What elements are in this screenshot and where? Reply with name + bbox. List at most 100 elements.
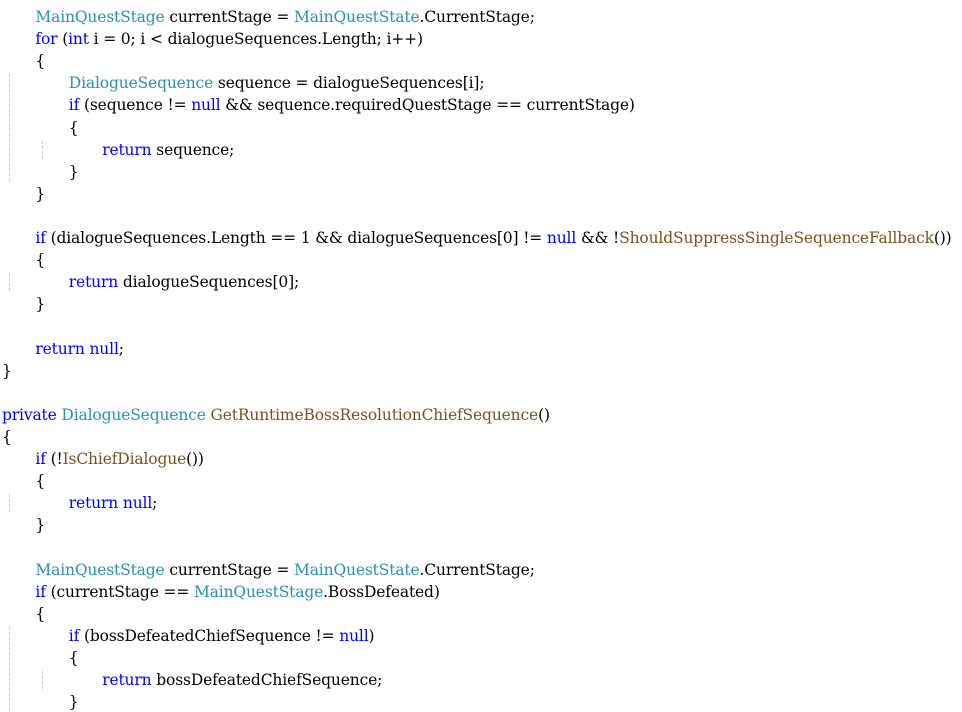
code-token-text: dialogueSequences[0]; bbox=[118, 273, 300, 292]
indent-guide bbox=[9, 494, 10, 513]
code-line[interactable]: { bbox=[35, 50, 45, 72]
code-token-text: sequence = dialogueSequences[i]; bbox=[213, 74, 485, 93]
code-token-text: ; bbox=[118, 339, 124, 358]
code-token-keyword: if bbox=[35, 450, 46, 468]
code-token-text: () bbox=[538, 405, 550, 424]
code-token-text: sequence; bbox=[151, 140, 235, 159]
code-line[interactable]: if (!IsChiefDialogue()) bbox=[35, 448, 204, 470]
code-line[interactable]: if (dialogueSequences.Length == 1 && dia… bbox=[35, 227, 951, 249]
indent-guide bbox=[9, 626, 10, 712]
indent-guide bbox=[42, 671, 43, 690]
code-token-text: } bbox=[35, 516, 46, 535]
code-token-text: { bbox=[35, 251, 46, 270]
code-token-text: ; bbox=[152, 494, 158, 513]
code-token-text: } bbox=[2, 361, 12, 380]
code-token-keyword: if bbox=[35, 582, 46, 601]
code-line[interactable]: { bbox=[35, 603, 45, 625]
code-token-text: } bbox=[35, 184, 46, 203]
code-line[interactable]: { bbox=[35, 470, 45, 492]
code-token-text: { bbox=[68, 648, 79, 667]
code-token-text: .CurrentStage; bbox=[419, 560, 535, 579]
code-token-keyword: null bbox=[546, 229, 577, 247]
code-token-text: currentStage = bbox=[164, 8, 294, 26]
code-token-text: ( bbox=[57, 30, 69, 49]
code-line[interactable]: if (bossDefeatedChiefSequence != null) bbox=[69, 625, 375, 647]
code-line[interactable]: } bbox=[69, 161, 79, 183]
code-token-keyword: return bbox=[68, 273, 119, 292]
code-line[interactable]: } bbox=[2, 360, 12, 382]
code-token-text: { bbox=[35, 604, 46, 623]
code-token-text: .BossDefeated) bbox=[323, 582, 440, 601]
code-line[interactable]: for (int i = 0; i < dialogueSequences.Le… bbox=[35, 28, 423, 50]
code-token-keyword: if bbox=[35, 229, 46, 247]
code-line[interactable]: MainQuestStage currentStage = MainQuestS… bbox=[35, 6, 535, 28]
code-token-text: { bbox=[68, 118, 79, 137]
code-token-method: GetRuntimeBossResolutionChiefSequence bbox=[210, 405, 539, 424]
code-line[interactable]: { bbox=[35, 249, 45, 271]
code-token-text: ()) bbox=[186, 450, 204, 468]
code-line[interactable]: } bbox=[35, 293, 45, 315]
code-token-text: (! bbox=[45, 450, 63, 468]
code-token-text: } bbox=[68, 693, 79, 712]
code-token-type: DialogueSequence bbox=[68, 74, 214, 93]
code-token-text: } bbox=[35, 295, 46, 314]
code-token-text: bossDefeatedChiefSequence; bbox=[151, 671, 383, 689]
code-token-text: ()) bbox=[933, 229, 952, 247]
code-token-text: && ! bbox=[576, 229, 620, 247]
code-token-method: IsChiefDialogue bbox=[62, 450, 187, 468]
code-token-text: { bbox=[35, 472, 46, 491]
code-token-text: && sequence.requiredQuestStage == curren… bbox=[220, 96, 635, 115]
code-line[interactable]: return null; bbox=[68, 492, 158, 514]
code-token-keyword: return bbox=[102, 671, 152, 689]
code-token-keyword: if bbox=[68, 626, 80, 645]
indent-guide bbox=[9, 273, 10, 292]
indent-guide bbox=[9, 74, 10, 181]
code-token-keyword: null bbox=[89, 339, 119, 358]
code-token-keyword: if bbox=[68, 96, 80, 115]
code-token-keyword: return bbox=[35, 339, 85, 358]
code-token-keyword: null bbox=[122, 494, 153, 513]
code-token-type: DialogueSequence bbox=[61, 405, 206, 424]
code-token-type: MainQuestState bbox=[294, 560, 420, 579]
code-line[interactable]: } bbox=[35, 183, 45, 205]
code-token-text: { bbox=[35, 52, 46, 71]
code-token-keyword: private bbox=[2, 405, 57, 424]
code-line[interactable]: DialogueSequence sequence = dialogueSequ… bbox=[69, 72, 485, 94]
code-line[interactable]: return bossDefeatedChiefSequence; bbox=[102, 669, 382, 691]
code-line[interactable]: if (sequence != null && sequence.require… bbox=[69, 94, 635, 116]
code-line[interactable]: return null; bbox=[35, 338, 124, 360]
indent-guide bbox=[42, 140, 43, 159]
code-line[interactable]: MainQuestStage currentStage = MainQuestS… bbox=[35, 559, 535, 581]
code-token-type: MainQuestState bbox=[294, 8, 420, 26]
code-token-method: ShouldSuppressSingleSequenceFallback bbox=[619, 229, 934, 247]
code-token-text: (currentStage == bbox=[45, 582, 194, 601]
code-token-text: ) bbox=[368, 626, 375, 645]
code-line[interactable]: return dialogueSequences[0]; bbox=[69, 271, 299, 293]
code-line[interactable]: { bbox=[2, 426, 12, 448]
code-line[interactable]: return sequence; bbox=[102, 139, 234, 161]
code-token-text: i = 0; i < dialogueSequences.Length; i++… bbox=[88, 30, 423, 49]
code-token-text: } bbox=[68, 162, 79, 181]
code-token-keyword: for bbox=[35, 30, 58, 49]
code-line[interactable]: } bbox=[69, 691, 79, 712]
code-token-keyword: null bbox=[339, 626, 369, 645]
code-token-text: (dialogueSequences.Length == 1 && dialog… bbox=[45, 229, 547, 247]
code-line[interactable]: } bbox=[35, 514, 45, 536]
code-line[interactable]: { bbox=[69, 647, 79, 669]
code-token-keyword: int bbox=[68, 30, 89, 49]
code-token-type: MainQuestStage bbox=[193, 582, 324, 601]
code-line[interactable]: private DialogueSequence GetRuntimeBossR… bbox=[2, 404, 550, 426]
code-token-keyword: return bbox=[68, 494, 119, 513]
code-line[interactable]: if (currentStage == MainQuestStage.BossD… bbox=[35, 581, 439, 603]
code-token-text: (bossDefeatedChiefSequence != bbox=[79, 626, 340, 645]
code-token-text: .CurrentStage; bbox=[419, 8, 535, 26]
code-token-keyword: return bbox=[102, 140, 152, 159]
code-token-text: { bbox=[2, 427, 12, 446]
code-token-keyword: null bbox=[191, 96, 221, 115]
code-line[interactable]: { bbox=[69, 117, 79, 139]
code-editor[interactable]: MainQuestStage currentStage = MainQuestS… bbox=[0, 0, 962, 712]
code-token-type: MainQuestStage bbox=[35, 560, 165, 579]
code-token-text: currentStage = bbox=[164, 560, 294, 579]
code-token-type: MainQuestStage bbox=[35, 8, 165, 26]
code-token-text: (sequence != bbox=[79, 96, 192, 115]
